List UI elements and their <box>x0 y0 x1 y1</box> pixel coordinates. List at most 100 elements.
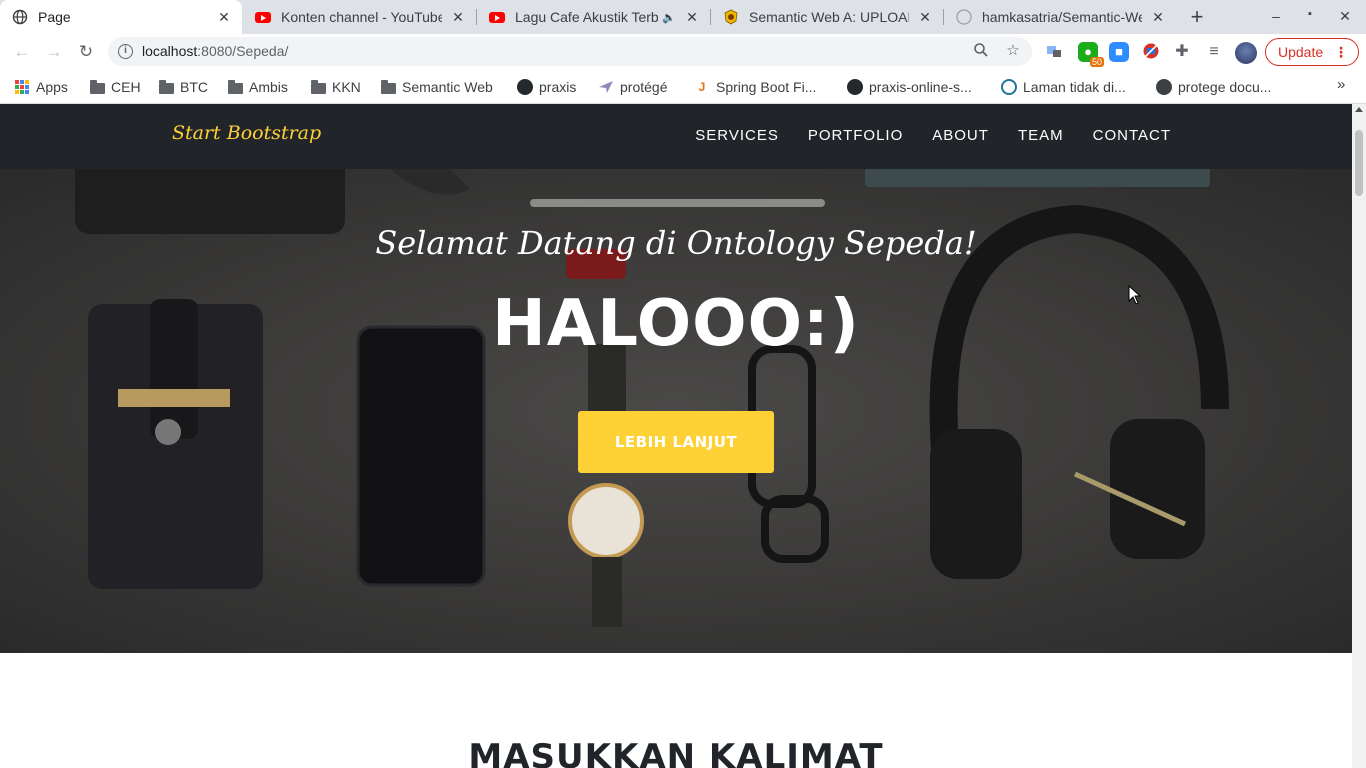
media-control-icon[interactable]: ≡ <box>1204 42 1224 62</box>
bookmark-btc[interactable]: BTC <box>158 76 208 98</box>
tab-youtube-channel[interactable]: Konten channel - YouTube ✕ <box>243 0 476 34</box>
close-icon[interactable]: ✕ <box>1150 9 1166 25</box>
folder-icon <box>310 79 326 94</box>
tab-youtube-music[interactable]: Lagu Cafe Akustik Terbaru 🔈 ✕ <box>477 0 710 34</box>
reload-button[interactable]: ↻ <box>74 40 98 64</box>
close-icon[interactable]: ✕ <box>917 9 933 25</box>
nav-team[interactable]: Team <box>1018 127 1064 144</box>
tab-title: hamkasatria/Semantic-Web <box>982 9 1142 25</box>
nav-portfolio[interactable]: Portfolio <box>808 127 903 144</box>
bookmark-laman[interactable]: Laman tidak di... <box>1001 76 1126 98</box>
page-scrollbar[interactable] <box>1352 104 1366 768</box>
close-icon[interactable]: ✕ <box>450 9 466 25</box>
bookmark-label: BTC <box>180 79 208 95</box>
github-icon <box>956 9 972 25</box>
folder-icon <box>89 79 105 94</box>
folder-icon <box>227 79 243 94</box>
youtube-icon <box>255 9 271 25</box>
tab-title: Page <box>38 9 71 25</box>
menu-dots-icon[interactable]: ⋮ <box>1334 39 1348 65</box>
update-button[interactable]: Update ⋮ <box>1265 38 1359 66</box>
site-info-icon[interactable]: i <box>118 44 133 59</box>
bookmark-ceh[interactable]: CEH <box>89 76 141 98</box>
hero-heading: HALOOO:) <box>492 287 860 361</box>
bookmark-ambis[interactable]: Ambis <box>227 76 288 98</box>
bookmark-label: praxis <box>539 79 577 95</box>
extension-blocker-icon[interactable] <box>1141 42 1161 62</box>
speaker-icon[interactable]: 🔈 <box>662 11 676 24</box>
more-bookmarks-icon[interactable]: » <box>1337 76 1345 93</box>
nav-menu: Services Portfolio About Team Contact <box>695 127 1171 144</box>
apps-grid-icon <box>14 80 30 94</box>
browser-toolbar: ← → ↻ i localhost:8080/Sepeda/ ☆ ● 50 ■ ✚… <box>0 34 1366 70</box>
maximize-button[interactable]: ▪ <box>1300 8 1320 26</box>
bookmark-label: Spring Boot Fi... <box>716 79 817 95</box>
protege-icon <box>598 80 614 94</box>
bookmark-kkn[interactable]: KKN <box>310 76 361 98</box>
bookmark-label: Ambis <box>249 79 288 95</box>
url-text: localhost:8080/Sepeda/ <box>142 43 289 59</box>
bookmark-apps[interactable]: Apps <box>14 76 68 98</box>
github-icon <box>517 79 533 95</box>
github-icon <box>847 79 863 95</box>
bookmark-label: protégé <box>620 79 668 95</box>
hero-subheading: Selamat Datang di Ontology Sepeda! <box>375 224 977 262</box>
university-logo-icon <box>723 9 739 25</box>
bookmark-praxis[interactable]: praxis <box>517 76 576 98</box>
nav-contact[interactable]: Contact <box>1093 127 1171 144</box>
tab-github[interactable]: hamkasatria/Semantic-Web ✕ <box>944 0 1176 34</box>
close-window-button[interactable]: ✕ <box>1335 8 1355 26</box>
tab-title: Semantic Web A: UPLOAD <box>749 9 909 25</box>
nav-about[interactable]: About <box>932 127 989 144</box>
bookmark-protege[interactable]: protégé <box>598 76 667 98</box>
section-heading: MASUKKAN KALIMAT <box>468 737 884 768</box>
back-button[interactable]: ← <box>10 40 34 64</box>
bookmark-semantic-web[interactable]: Semantic Web <box>380 76 493 98</box>
forward-button[interactable]: → <box>42 40 66 64</box>
folder-icon <box>158 79 174 94</box>
tab-page[interactable]: Page ✕ <box>0 0 242 34</box>
bookmark-label: KKN <box>332 79 361 95</box>
bookmark-label: protege docu... <box>1178 79 1272 95</box>
bookmark-star-icon[interactable]: ☆ <box>1004 42 1022 60</box>
bookmark-label: praxis-online-s... <box>869 79 972 95</box>
youtube-icon <box>489 9 505 25</box>
wordpress-icon <box>1001 79 1017 95</box>
tab-title: Lagu Cafe Akustik Terbaru <box>515 9 659 25</box>
bookmark-spring-boot[interactable]: J Spring Boot Fi... <box>694 76 817 98</box>
minimize-button[interactable]: – <box>1266 8 1286 26</box>
new-tab-button[interactable]: + <box>1186 6 1208 28</box>
bookmark-label: Apps <box>36 79 68 95</box>
bookmark-label: Laman tidak di... <box>1023 79 1126 95</box>
extensions-puzzle-icon[interactable]: ✚ <box>1172 42 1192 62</box>
tab-title: Konten channel - YouTube <box>281 9 442 25</box>
profile-avatar[interactable] <box>1235 42 1257 64</box>
site-navbar: Start Bootstrap Services Portfolio About… <box>0 104 1352 169</box>
page-viewport: Start Bootstrap Services Portfolio About… <box>0 104 1352 768</box>
zoom-icon[interactable] <box>972 42 990 60</box>
address-bar[interactable]: i localhost:8080/Sepeda/ ☆ <box>108 37 1032 66</box>
close-icon[interactable]: ✕ <box>684 9 700 25</box>
extension-translate-icon[interactable] <box>1044 42 1064 62</box>
javatpoint-icon: J <box>698 80 706 94</box>
learn-more-button[interactable]: LEBIH LANJUT <box>578 411 774 473</box>
mouse-cursor-icon <box>1128 285 1142 305</box>
scrollbar-thumb[interactable] <box>1355 130 1363 196</box>
bookmark-label: Semantic Web <box>402 79 493 95</box>
extension-line-icon[interactable]: ● 50 <box>1078 42 1104 67</box>
bookmark-protege-docs[interactable]: protege docu... <box>1156 76 1271 98</box>
folder-icon <box>380 79 396 94</box>
bookmark-praxis-online[interactable]: praxis-online-s... <box>847 76 972 98</box>
globe-icon <box>12 9 28 25</box>
brand-logo[interactable]: Start Bootstrap <box>172 122 321 144</box>
bookmarks-bar: Apps CEH BTC Ambis KKN Semantic Web prax… <box>0 70 1366 104</box>
extension-zoom-icon[interactable]: ■ <box>1109 42 1129 62</box>
tab-semantic-web[interactable]: Semantic Web A: UPLOAD ✕ <box>711 0 943 34</box>
scroll-up-icon[interactable] <box>1355 107 1363 112</box>
close-icon[interactable]: ✕ <box>216 9 232 25</box>
nav-services[interactable]: Services <box>695 127 779 144</box>
globe-icon <box>1156 79 1172 95</box>
bookmark-label: CEH <box>111 79 141 95</box>
hero-section: Selamat Datang di Ontology Sepeda! HALOO… <box>0 169 1352 653</box>
tab-strip: Page ✕ Konten channel - YouTube ✕ Lagu C… <box>0 0 1366 34</box>
